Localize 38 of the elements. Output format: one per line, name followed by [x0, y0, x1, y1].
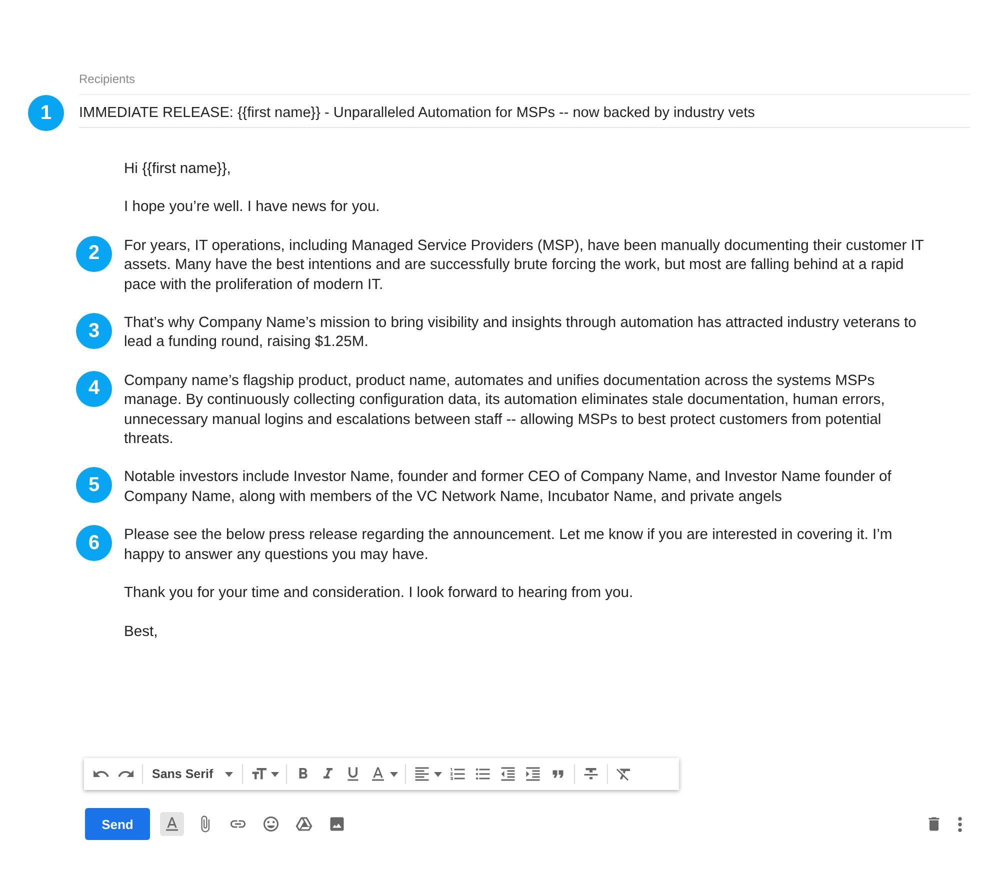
indent-more-icon — [524, 765, 542, 783]
body-paragraph: That’s why Company Name’s mission to bring visibility and insights through automation has attracted industry veterans to lead a funding round, raising $1.25M. — [124, 314, 918, 352]
font-dropdown[interactable]: Sans Serif — [150, 767, 236, 781]
align-button[interactable] — [413, 765, 442, 783]
more-icon — [958, 816, 962, 832]
image-icon — [328, 815, 346, 833]
formatting-options-button[interactable] — [160, 812, 184, 836]
number-badge: 5 — [76, 467, 112, 504]
caret-icon — [271, 772, 280, 776]
number-badge: 2 — [76, 236, 112, 272]
indent-less-button[interactable] — [499, 765, 518, 783]
caret-icon — [390, 772, 398, 776]
body-paragraph: Company name’s flagship product, product name, automates and unifies documentation across the systems MSPs manage. By continuously collecting configuration data, its automation eliminates stale documentation, human errors, unnecessary manual logins and escalations between staff -- allowing MSPs to best protect customers from potential threats. — [124, 372, 886, 450]
text-color-button[interactable] — [369, 765, 398, 783]
body-paragraph: Please see the below press release regarding the announcement. Let me know if you are interested in covering it. I’m happy to answer any questions you may have. — [124, 526, 894, 565]
numbered-list-icon — [449, 765, 468, 783]
smiley-icon — [262, 815, 280, 833]
body-paragraph: I hope you’re well. I have news for you. — [124, 198, 381, 218]
numbered-list-button[interactable] — [449, 765, 468, 783]
caret-icon — [225, 772, 234, 776]
recipients-field[interactable]: Recipients — [79, 72, 970, 95]
body-paragraph: Hi {{first name}}, — [124, 160, 232, 179]
align-icon — [413, 765, 432, 783]
send-button[interactable]: Send — [85, 808, 150, 840]
body-paragraph: Notable investors include Investor Name, founder and former CEO of Company Name, and Investor Name founder of Company Name, along with members of the VC Network Name, Incubator Name, and private angels — [124, 468, 892, 507]
indent-less-icon — [499, 765, 518, 783]
body-paragraph: For years, IT operations, including Managed Service Providers (MSP), have been manually documenting their customer IT assets. Many have the best intentions and are successfully brute forcing the work, but most are falling behind at a rapid pace with the proliferation of modern IT. — [124, 236, 925, 295]
body-paragraph: Thank you for your time and consideration. I look forward to hearing from you. — [124, 584, 634, 604]
number-badge: 1 — [28, 95, 64, 131]
number-badge: 3 — [76, 313, 112, 350]
text-color-icon — [163, 815, 181, 833]
number-badge: 4 — [76, 370, 112, 407]
subject-field[interactable]: IMMEDIATE RELEASE: {{first name}} - Unparalleled Automation for MSPs -- now backed by industry vets — [79, 98, 970, 128]
triangle-icon — [295, 815, 313, 833]
number-badge: 6 — [76, 525, 112, 562]
indent-more-button[interactable] — [524, 765, 542, 783]
caret-icon — [434, 772, 442, 776]
body-paragraph: Best, — [124, 622, 159, 642]
